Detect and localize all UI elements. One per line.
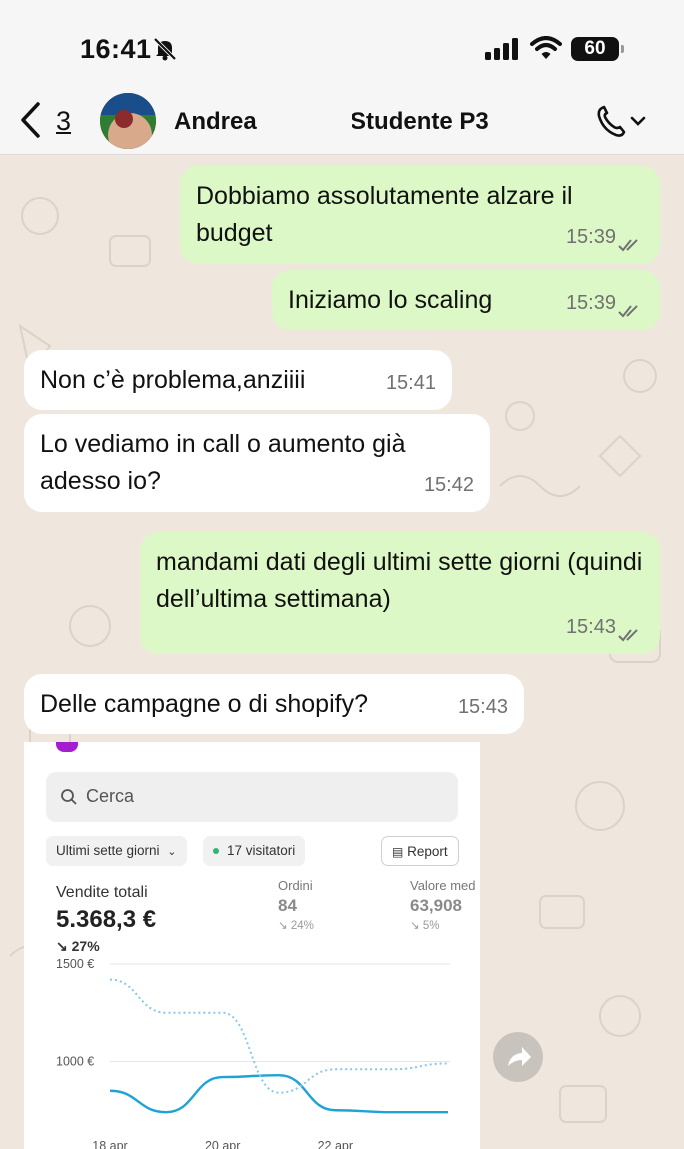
arrow-down-right-icon: ↘ [278, 920, 288, 932]
message-text: Dobbiamo assolutamente alzare il budget [196, 182, 573, 247]
arrow-down-right-icon: ↘ [410, 920, 420, 932]
read-ticks-icon [618, 629, 638, 642]
message-text: Iniziamo lo scaling [288, 286, 493, 314]
call-icon[interactable] [594, 102, 648, 142]
read-ticks-icon [618, 239, 638, 252]
message-time: 15:39 [565, 226, 616, 248]
aov-change: ↘ 5% [410, 918, 439, 932]
x-tick-label: 22 apr [318, 1139, 353, 1149]
back-chevron-icon[interactable] [18, 100, 44, 140]
message-time: 15:43 [565, 616, 616, 638]
status-time: 16:41 [80, 34, 152, 64]
message-incoming[interactable]: Delle campagne o di shopify? 15:43 [24, 674, 524, 734]
message-incoming[interactable]: Lo vediamo in call o aumento già adesso … [24, 414, 490, 512]
message-outgoing[interactable]: Iniziamo lo scaling 15:39 [272, 270, 660, 330]
visitors-label: 17 visitatori [227, 843, 296, 858]
forward-arrow-icon [508, 1047, 531, 1066]
message-text: Delle campagne o di shopify? [40, 690, 368, 718]
visitors-chip: 17 visitatori [203, 836, 306, 866]
message-incoming[interactable]: Non c’è problema,anziiii 15:41 [24, 350, 452, 410]
message-time: 15:39 [565, 292, 616, 314]
sales-line-chart: 1500 € 1000 € 18 apr 20 apr 22 apr [56, 957, 450, 1149]
message-text: Lo vediamo in call o aumento già adesso … [40, 430, 406, 495]
read-ticks-icon [618, 305, 638, 318]
y-tick-label: 1000 € [56, 1055, 94, 1069]
y-tick-label: 1500 € [56, 957, 94, 971]
search-field: Cerca [46, 772, 458, 822]
sales-value: 5.368,3 € [56, 906, 157, 933]
signal-icon [485, 38, 518, 60]
chat-area[interactable]: Dobbiamo assolutamente alzare il budget … [0, 156, 684, 1149]
message-time: 15:41 [385, 372, 436, 394]
bell-muted-icon [153, 37, 177, 61]
aov-change-value: 5% [422, 920, 440, 932]
aov-value: 63,908 [410, 896, 462, 915]
sales-label: Vendite totali [56, 884, 148, 901]
orders-change-value: 24% [290, 920, 314, 932]
report-label: Report [407, 844, 448, 859]
forward-button[interactable] [493, 1032, 543, 1082]
message-time: 15:43 [457, 696, 508, 718]
message-outgoing[interactable]: Dobbiamo assolutamente alzare il budget … [180, 166, 660, 264]
report-chip: ▤ Report [381, 836, 459, 866]
series-line-current [109, 1073, 448, 1114]
report-icon: ▤ [392, 845, 404, 859]
aov-label: Valore med [410, 878, 476, 893]
image-message-shopify[interactable]: Cerca Ultimi sette giorni ⌄ 17 visitator… [24, 742, 480, 1149]
redaction [262, 105, 352, 139]
x-tick-label: 20 apr [205, 1139, 240, 1149]
live-dot-icon [213, 848, 219, 855]
orders-value: 84 [278, 896, 297, 915]
date-range-chip: Ultimi sette giorni ⌄ [46, 836, 187, 866]
x-tick-label: 18 apr [92, 1139, 127, 1149]
battery-indicator: 60 [571, 37, 624, 61]
top-bar: 16:41 60 3 Andrea Studente P3 [0, 0, 684, 155]
orders-change: ↘ 24% [278, 918, 314, 932]
message-text: mandami dati degli ultimi sette giorni (… [156, 548, 643, 613]
message-time: 15:42 [423, 474, 474, 496]
message-outgoing[interactable]: mandami dati degli ultimi sette giorni (… [140, 532, 660, 654]
message-text: Non c’è problema,anziiii [40, 366, 306, 394]
search-icon [61, 789, 77, 805]
app-tab-marker [56, 742, 78, 752]
chevron-down-icon: ⌄ [167, 846, 177, 858]
wifi-icon [530, 36, 562, 59]
orders-label: Ordini [278, 878, 313, 893]
date-range-label: Ultimi sette giorni [56, 843, 160, 858]
search-placeholder: Cerca [86, 786, 135, 806]
avatar[interactable] [100, 93, 156, 149]
unread-count[interactable]: 3 [56, 106, 71, 137]
